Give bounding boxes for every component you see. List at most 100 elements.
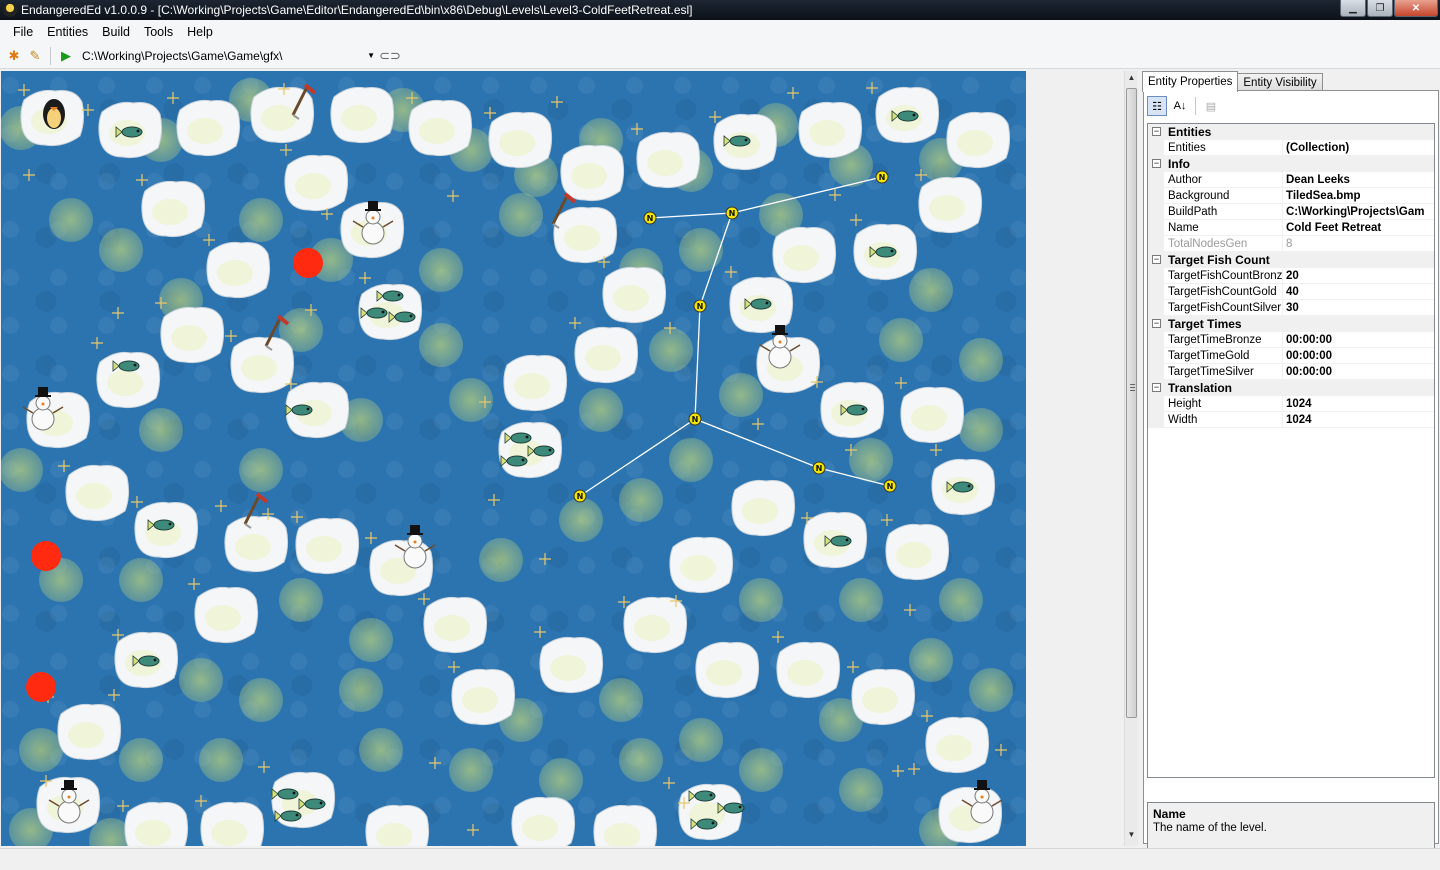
glow-spot[interactable] xyxy=(419,248,463,292)
collapse-icon[interactable]: − xyxy=(1152,255,1161,264)
glow-spot[interactable] xyxy=(619,478,663,522)
marker-cross[interactable] xyxy=(291,511,303,523)
fish-body[interactable] xyxy=(291,404,313,416)
ice-highlight[interactable] xyxy=(522,815,558,841)
marker-cross[interactable] xyxy=(569,317,581,329)
snowman-hat-brim[interactable] xyxy=(772,333,788,335)
marker-cross[interactable] xyxy=(725,266,737,278)
property-value[interactable]: Cold Feet Retreat xyxy=(1283,220,1434,236)
ice-highlight[interactable] xyxy=(550,655,586,681)
glow-spot[interactable] xyxy=(619,738,663,782)
fish-body[interactable] xyxy=(723,802,745,814)
snowman-nose[interactable] xyxy=(41,402,45,406)
restore-button[interactable]: ❐ xyxy=(1367,0,1393,17)
snowman-hat-brim[interactable] xyxy=(61,788,77,790)
ice-highlight[interactable] xyxy=(936,735,972,761)
fish-body[interactable] xyxy=(304,798,326,810)
marker-cross[interactable] xyxy=(167,92,179,104)
marker-cross[interactable] xyxy=(448,661,460,673)
ice-highlight[interactable] xyxy=(68,722,104,748)
path-link[interactable] xyxy=(694,418,820,469)
fish-body[interactable] xyxy=(696,818,718,830)
glow-spot[interactable] xyxy=(419,323,463,367)
property-value[interactable]: C:\Working\Projects\Gam xyxy=(1283,204,1434,220)
scrollbar-thumb[interactable] xyxy=(1126,88,1137,718)
glow-spot[interactable] xyxy=(959,408,1003,452)
collapse-icon[interactable]: − xyxy=(1152,319,1161,328)
property-value[interactable]: 00:00:00 xyxy=(1283,364,1434,380)
fish-eye[interactable] xyxy=(548,448,552,452)
ice-highlight[interactable] xyxy=(217,260,253,286)
ice-highlight[interactable] xyxy=(341,105,377,131)
ice-highlight[interactable] xyxy=(211,820,247,846)
menu-tools[interactable]: Tools xyxy=(137,25,180,39)
menu-entities[interactable]: Entities xyxy=(40,25,95,39)
path-link[interactable] xyxy=(694,305,701,420)
snowman-nose[interactable] xyxy=(980,795,984,799)
ice-highlight[interactable] xyxy=(241,355,277,381)
property-row[interactable]: TargetTimeBronze 00:00:00 xyxy=(1148,331,1434,348)
glow-spot[interactable] xyxy=(199,738,243,782)
marker-cross[interactable] xyxy=(359,272,371,284)
level-scene[interactable]: N N N N N N N N xyxy=(1,71,1026,846)
glow-spot[interactable] xyxy=(839,578,883,622)
property-row[interactable]: Entities (Collection) xyxy=(1148,139,1434,156)
canvas-vertical-scrollbar[interactable]: ▲ ▼ xyxy=(1124,71,1138,846)
property-row[interactable]: Width 1024 xyxy=(1148,411,1434,428)
glow-spot[interactable] xyxy=(19,728,63,772)
ice-highlight[interactable] xyxy=(957,130,993,156)
marker-cross[interactable] xyxy=(131,496,143,508)
property-row[interactable]: TargetFishCountBronze 20 xyxy=(1148,267,1434,284)
marker-cross[interactable] xyxy=(467,824,479,836)
ice-highlight[interactable] xyxy=(862,687,898,713)
fish-body[interactable] xyxy=(897,110,919,122)
marker-cross[interactable] xyxy=(847,661,859,673)
snowman-hat-brim[interactable] xyxy=(35,395,51,397)
glow-spot[interactable] xyxy=(909,638,953,682)
property-value[interactable]: TiledSea.bmp xyxy=(1283,188,1434,204)
ice-highlight[interactable] xyxy=(499,130,535,156)
marker-cross[interactable] xyxy=(23,169,35,181)
glow-spot[interactable] xyxy=(679,718,723,762)
snowman-hat-brim[interactable] xyxy=(974,788,990,790)
property-value[interactable]: 00:00:00 xyxy=(1283,332,1434,348)
categorized-view-icon[interactable]: ☷ xyxy=(1147,96,1167,116)
property-category[interactable]: − Target Fish Count xyxy=(1148,252,1434,268)
fish-eye[interactable] xyxy=(521,458,525,462)
fish-eye[interactable] xyxy=(711,821,715,825)
glow-spot[interactable] xyxy=(239,198,283,242)
fish-eye[interactable] xyxy=(744,138,748,142)
ice-highlight[interactable] xyxy=(706,660,742,686)
level-canvas[interactable]: N N N N N N N N xyxy=(1,71,1026,846)
scroll-down-icon[interactable]: ▼ xyxy=(1125,830,1138,844)
close-button[interactable]: ✕ xyxy=(1394,0,1438,17)
fish-body[interactable] xyxy=(121,126,143,138)
marker-cross[interactable] xyxy=(91,337,103,349)
property-row[interactable]: Name Cold Feet Retreat xyxy=(1148,219,1434,236)
fish-eye[interactable] xyxy=(409,314,413,318)
ice-highlight[interactable] xyxy=(613,285,649,311)
marker-cross[interactable] xyxy=(258,761,270,773)
property-row[interactable]: TotalNodesGen 8 xyxy=(1148,235,1434,252)
glow-spot[interactable] xyxy=(849,438,893,482)
fish-eye[interactable] xyxy=(397,293,401,297)
alphabetical-sort-icon[interactable]: A↓ xyxy=(1170,96,1190,116)
snowman-body[interactable] xyxy=(31,407,55,431)
fish-eye[interactable] xyxy=(845,538,849,542)
marker-cross[interactable] xyxy=(280,144,292,156)
snowman-hat[interactable] xyxy=(977,780,987,789)
fish-eye[interactable] xyxy=(136,129,140,133)
marker-cross[interactable] xyxy=(772,631,784,643)
ice-highlight[interactable] xyxy=(434,615,470,641)
property-category[interactable]: − Info xyxy=(1148,156,1434,172)
fish-eye[interactable] xyxy=(861,407,865,411)
menu-help[interactable]: Help xyxy=(180,25,220,39)
fish-eye[interactable] xyxy=(738,805,742,809)
ice-highlight[interactable] xyxy=(295,173,331,199)
marker-cross[interactable] xyxy=(117,800,129,812)
property-category[interactable]: − Entities xyxy=(1148,124,1434,140)
marker-cross[interactable] xyxy=(534,626,546,638)
fish-eye[interactable] xyxy=(295,813,299,817)
hazard-hole[interactable] xyxy=(31,541,61,571)
glow-spot[interactable] xyxy=(879,318,923,362)
